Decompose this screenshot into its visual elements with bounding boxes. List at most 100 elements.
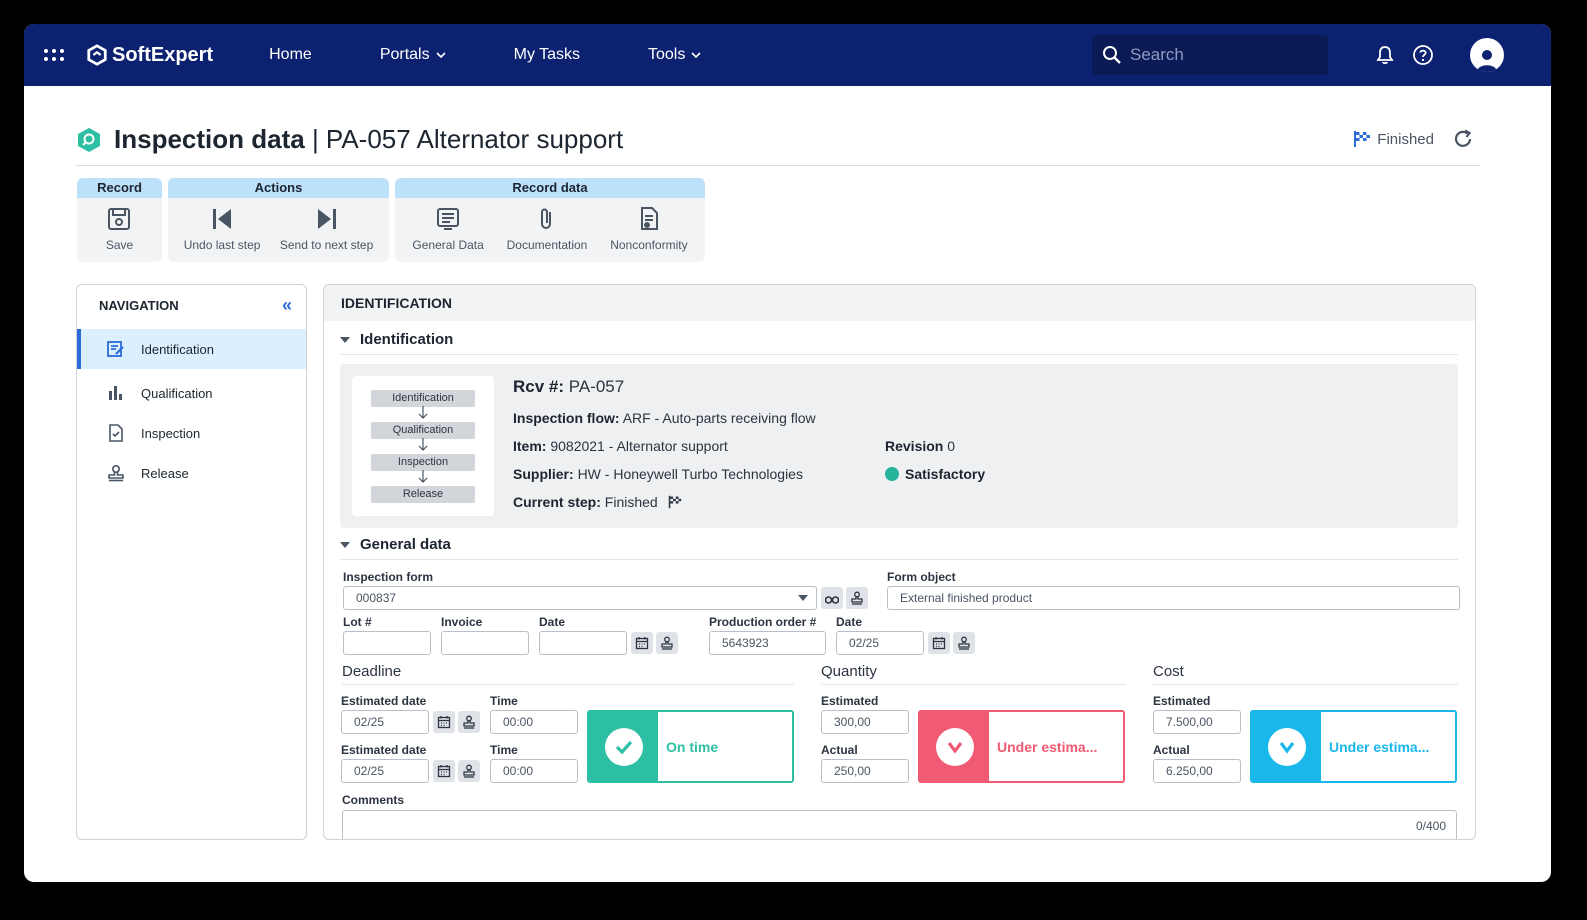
navigation-panel: NAVIGATION « Identification Qualificatio… bbox=[76, 284, 307, 840]
quantity-estimated-field[interactable]: 300,00 bbox=[821, 710, 909, 734]
bell-icon[interactable] bbox=[1374, 44, 1396, 66]
form-stamp-button[interactable] bbox=[846, 587, 868, 609]
comments-textarea[interactable]: 0/400 bbox=[342, 810, 1457, 839]
lot-label: Lot # bbox=[343, 615, 372, 629]
check-icon bbox=[615, 740, 632, 754]
general-data-section-header[interactable]: General data bbox=[340, 536, 1458, 560]
date-field[interactable] bbox=[539, 631, 627, 655]
nav-my-tasks[interactable]: My Tasks bbox=[514, 46, 580, 64]
help-icon[interactable] bbox=[1412, 44, 1434, 66]
main-nav: Home Portals My Tasks Tools bbox=[269, 46, 769, 64]
quantity-indicator[interactable]: Under estima... bbox=[918, 710, 1125, 783]
quantity-indicator-icon bbox=[920, 712, 989, 781]
view-form-button[interactable] bbox=[821, 587, 843, 609]
date-stamp-button[interactable] bbox=[656, 632, 678, 654]
apps-grid-icon[interactable] bbox=[42, 43, 66, 67]
date-calendar-button[interactable] bbox=[631, 632, 653, 654]
documentation-label: Documentation bbox=[506, 238, 588, 252]
document-alert-icon bbox=[640, 207, 658, 230]
time-label: Time bbox=[490, 694, 518, 708]
stamp-icon bbox=[463, 715, 475, 729]
lot-field[interactable] bbox=[343, 631, 431, 655]
sidebar-item-label: Inspection bbox=[141, 425, 201, 441]
identification-section-header[interactable]: Identification bbox=[340, 331, 1458, 355]
form-object-label: Form object bbox=[887, 570, 956, 584]
cost-actual-field[interactable]: 6.250,00 bbox=[1153, 759, 1241, 783]
date2-stamp-button[interactable] bbox=[953, 632, 975, 654]
estimated-date-calendar-button[interactable] bbox=[433, 711, 455, 733]
time2-field[interactable]: 00:00 bbox=[490, 759, 578, 783]
undo-label: Undo last step bbox=[183, 238, 261, 252]
date2-calendar-button[interactable] bbox=[928, 632, 950, 654]
cost-indicator[interactable]: Under estima... bbox=[1250, 710, 1457, 783]
brand-logo[interactable]: SoftExpert bbox=[86, 44, 213, 67]
quantity-actual-field[interactable]: 250,00 bbox=[821, 759, 909, 783]
calendar-icon bbox=[437, 716, 451, 729]
quantity-estimated-label: Estimated bbox=[821, 694, 879, 708]
flow-step: Qualification bbox=[371, 422, 475, 439]
sidebar-item-inspection[interactable]: Inspection bbox=[77, 413, 306, 453]
nav-home-label: Home bbox=[269, 46, 312, 63]
chevron-down-bold-icon bbox=[947, 741, 962, 754]
nav-portals[interactable]: Portals bbox=[380, 46, 446, 64]
sidebar-item-identification[interactable]: Identification bbox=[77, 329, 306, 369]
search-input[interactable] bbox=[1130, 45, 1310, 65]
binoculars-icon bbox=[825, 596, 839, 604]
nav-home[interactable]: Home bbox=[269, 46, 312, 64]
date-label: Date bbox=[539, 615, 566, 629]
search-icon bbox=[1103, 46, 1121, 64]
chevron-down-icon bbox=[436, 52, 446, 59]
collapse-panel-button[interactable]: « bbox=[282, 295, 292, 316]
refresh-icon[interactable] bbox=[1452, 128, 1474, 150]
stamp-icon bbox=[463, 764, 475, 778]
estimated-date-field[interactable]: 02/25 bbox=[341, 710, 429, 734]
quantity-title: Quantity bbox=[821, 663, 1126, 685]
checkered-flag-icon bbox=[1354, 131, 1371, 147]
form-object-field[interactable]: External finished product bbox=[887, 586, 1460, 610]
undo-last-step-button[interactable]: Undo last step bbox=[179, 206, 266, 252]
sidebar-item-qualification[interactable]: Qualification bbox=[77, 373, 306, 413]
status-text: Finished bbox=[1377, 130, 1434, 148]
supplier-info: Supplier: HW - Honeywell Turbo Technolog… bbox=[513, 466, 803, 482]
save-button[interactable]: Save bbox=[101, 206, 138, 252]
time2-label: Time bbox=[490, 743, 518, 757]
avatar-icon[interactable] bbox=[1470, 38, 1504, 72]
date2-field[interactable]: 02/25 bbox=[836, 631, 924, 655]
brand-name: SoftExpert bbox=[112, 43, 214, 66]
document-check-icon bbox=[109, 424, 123, 442]
sidebar-item-release[interactable]: Release bbox=[77, 453, 306, 493]
cost-estimated-label: Estimated bbox=[1153, 694, 1211, 708]
top-bar: SoftExpert Home Portals My Tasks Tools bbox=[24, 24, 1551, 86]
skip-forward-icon bbox=[317, 209, 336, 229]
estimated-date2-stamp-button[interactable] bbox=[458, 760, 480, 782]
estimated-date-stamp-button[interactable] bbox=[458, 711, 480, 733]
nav-tools[interactable]: Tools bbox=[648, 46, 701, 64]
calendar-icon bbox=[437, 765, 451, 778]
main-panel-title: IDENTIFICATION bbox=[324, 285, 1475, 321]
chevron-down-bold-icon bbox=[1279, 741, 1294, 754]
inspection-form-select[interactable]: 000837 bbox=[343, 586, 817, 610]
send-to-next-step-button[interactable]: Send to next step bbox=[275, 206, 378, 252]
arrow-down-icon bbox=[418, 406, 428, 419]
nonconformity-button[interactable]: Nonconformity bbox=[605, 206, 692, 252]
time-field[interactable]: 00:00 bbox=[490, 710, 578, 734]
cost-indicator-icon bbox=[1252, 712, 1321, 781]
general-data-button[interactable]: General Data bbox=[407, 206, 488, 252]
flow-step: Release bbox=[371, 486, 475, 503]
ribbon-group-record-data: Record data General Data Documentation N… bbox=[395, 178, 705, 262]
nav-my-tasks-label: My Tasks bbox=[513, 46, 580, 63]
invoice-field[interactable] bbox=[441, 631, 529, 655]
production-order-field[interactable]: 5643923 bbox=[709, 631, 826, 655]
estimated-date2-field[interactable]: 02/25 bbox=[341, 759, 429, 783]
documentation-button[interactable]: Documentation bbox=[502, 206, 593, 252]
deadline-indicator[interactable]: On time bbox=[587, 710, 794, 783]
cost-indicator-text: Under estima... bbox=[1321, 712, 1455, 781]
estimated-date2-calendar-button[interactable] bbox=[433, 760, 455, 782]
ribbon-group-actions: Actions Undo last step Send to next step bbox=[168, 178, 389, 262]
section-title: General data bbox=[360, 536, 451, 553]
inspection-form-value: 000837 bbox=[356, 591, 397, 605]
checkered-flag-icon bbox=[668, 495, 681, 509]
flow-label: Inspection flow: bbox=[513, 410, 620, 426]
ribbon-group-title: Actions bbox=[168, 178, 389, 198]
cost-estimated-field[interactable]: 7.500,00 bbox=[1153, 710, 1241, 734]
